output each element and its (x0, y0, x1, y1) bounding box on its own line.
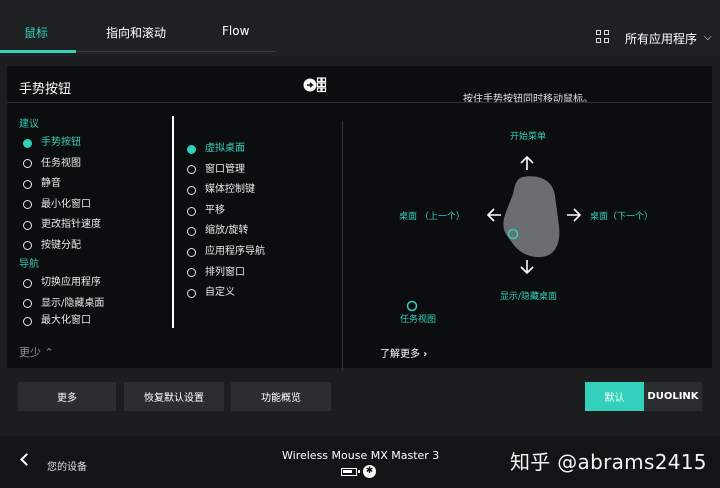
radio[interactable] (187, 165, 196, 175)
radio-selected[interactable] (23, 138, 32, 148)
footer-bar: 您的设备 Wireless Mouse MX Master 3 ✱ 知乎 @ab… (0, 436, 720, 488)
list-item[interactable]: 缩放/旋转 (183, 221, 333, 242)
arrow-left-icon (486, 208, 501, 222)
list-item[interactable]: 自定义 (183, 283, 333, 304)
device-name: Wireless Mouse MX Master 3 (282, 449, 440, 462)
watermark: 知乎 @abrams2415 (510, 450, 707, 474)
radio[interactable] (187, 288, 196, 298)
list-item[interactable]: 显示/隐藏桌面 (19, 294, 169, 315)
arrow-up-icon (520, 155, 534, 170)
tab-mouse[interactable]: 鼠标 (24, 24, 48, 41)
list-item[interactable]: 平移 (183, 201, 333, 222)
more-button[interactable]: 更多 (18, 382, 116, 411)
radio[interactable] (187, 185, 196, 195)
list-item[interactable]: 排列窗口 (183, 263, 333, 284)
radio[interactable] (187, 206, 196, 216)
list-item[interactable]: 切换应用程序 (19, 273, 169, 294)
radio[interactable] (187, 247, 196, 257)
learn-more-link[interactable]: 了解更多 › (380, 345, 427, 360)
task-view-marker (406, 300, 418, 312)
list-item[interactable]: 任务视图 (19, 154, 169, 175)
apps-grid-icon[interactable] (596, 30, 610, 44)
list-scrollbar[interactable] (172, 116, 174, 328)
list-item[interactable]: 窗口管理 (183, 160, 333, 181)
tab-flow[interactable]: Flow (222, 24, 249, 38)
list-item[interactable]: 静音 (19, 174, 169, 195)
radio[interactable] (23, 241, 32, 251)
radio[interactable] (23, 200, 32, 210)
arrow-right-icon (567, 208, 582, 222)
chevron-left-icon[interactable] (20, 453, 33, 466)
list-item[interactable]: 虚拟桌面 (183, 139, 333, 160)
mouse-silhouette (503, 176, 560, 258)
battery-icon (341, 468, 360, 476)
list-item[interactable]: 更改指针速度 (19, 215, 169, 236)
gesture-button-icon (303, 77, 327, 93)
list-item[interactable]: 手势按钮 (19, 133, 169, 154)
tab-point-scroll[interactable]: 指向和滚动 (106, 24, 166, 41)
radio[interactable] (187, 227, 196, 237)
action-category-list: 建议 手势按钮 任务视图 静音 最小化窗口 更改指针速度 按键分配 导航 切换应… (19, 116, 169, 328)
action-option-list: 虚拟桌面 窗口管理 媒体控制键 平移 缩放/旋转 应用程序导航 排列窗口 自定义 (183, 139, 333, 304)
radio[interactable] (23, 278, 32, 288)
app-select[interactable]: 所有应用程序 (625, 30, 697, 47)
panel-title: 手势按钮 (19, 82, 72, 97)
gesture-diagram (406, 155, 582, 312)
group-label-suggested: 建议 (19, 119, 39, 130)
chevron-right-icon: › (423, 349, 428, 360)
list-item[interactable]: 最小化窗口 (19, 195, 169, 216)
radio-selected[interactable] (187, 144, 196, 154)
bluetooth-icon: ✱ (363, 465, 376, 478)
radio[interactable] (23, 299, 32, 309)
list-item[interactable]: 最大化窗口 (19, 314, 169, 328)
chevron-up-icon: ⌃ (44, 346, 54, 359)
default-button[interactable]: 默认 (585, 382, 644, 411)
active-tab-indicator (0, 50, 76, 53)
radio[interactable] (23, 179, 32, 189)
gesture-button-panel: 手势按钮 按住手势按钮同时移动鼠标。 建议 手势按钮 任务视图 静音 最小化窗口… (7, 66, 712, 371)
group-label-navigation: 导航 (19, 259, 39, 270)
radio[interactable] (187, 268, 196, 278)
restore-defaults-button[interactable]: 恢复默认设置 (124, 382, 224, 411)
chevron-down-icon[interactable]: ⌵ (704, 32, 712, 43)
list-item[interactable]: 应用程序导航 (183, 242, 333, 263)
duolink-button[interactable]: DUOLINK (644, 382, 702, 411)
radio[interactable] (23, 316, 32, 326)
feature-overview-button[interactable]: 功能概览 (231, 382, 331, 411)
back-to-devices-link[interactable]: 您的设备 (47, 458, 87, 473)
list-item[interactable]: 按键分配 (19, 236, 169, 257)
arrow-down-icon (520, 260, 534, 275)
panel-divider (7, 102, 712, 103)
tab-track (76, 51, 276, 52)
show-less-toggle[interactable]: 更少 ⌃ (19, 344, 54, 360)
radio[interactable] (23, 159, 32, 169)
top-tab-bar: 鼠标 指向和滚动 Flow 所有应用程序 ⌵ (0, 0, 720, 56)
list-item[interactable]: 媒体控制键 (183, 180, 333, 201)
radio[interactable] (23, 220, 32, 230)
